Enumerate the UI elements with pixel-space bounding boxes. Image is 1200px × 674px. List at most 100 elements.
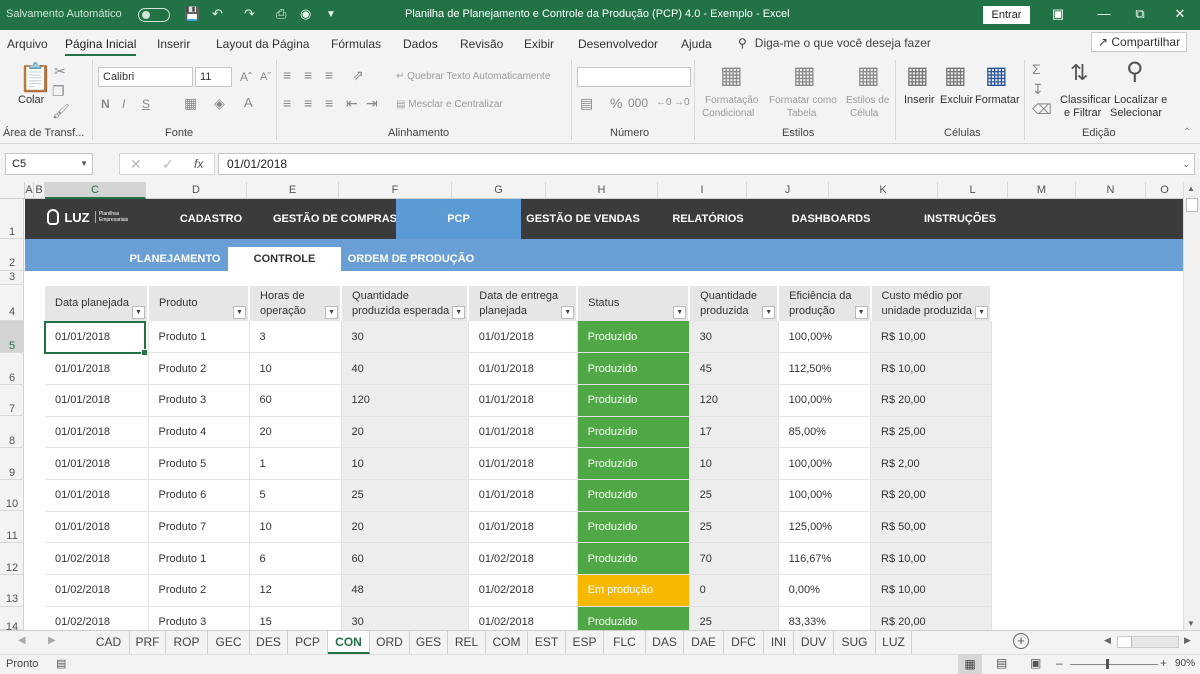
table-cell[interactable]: Produto 6 — [148, 479, 250, 512]
table-cell[interactable]: Produto 1 — [148, 542, 250, 575]
nav-relatorios[interactable]: RELATÓRIOS — [663, 199, 753, 239]
table-cell[interactable]: 100,00% — [778, 321, 872, 354]
find-select-icon[interactable]: ⚲ — [1126, 60, 1144, 84]
restore-icon[interactable]: ⧉ — [1130, 6, 1150, 22]
table-cell[interactable]: 01/02/2018 — [45, 574, 149, 607]
font-name-select[interactable]: Calibri — [98, 67, 193, 87]
fill-icon[interactable]: ↧ — [1032, 82, 1044, 96]
hscroll-right-icon[interactable]: ▶ — [1184, 635, 1191, 646]
sheet-tab-prf[interactable]: PRF — [130, 631, 166, 654]
table-cell[interactable]: 25 — [689, 479, 779, 512]
cell-styles-label-2[interactable]: Célula — [850, 107, 878, 120]
table-cell[interactable]: 01/01/2018 — [468, 511, 578, 544]
italic-icon[interactable]: I — [122, 97, 125, 111]
find-label-1[interactable]: Localizar e — [1114, 94, 1167, 106]
shrink-font-icon[interactable]: Aˇ — [260, 70, 271, 84]
row-header-4[interactable]: 4 — [0, 285, 24, 321]
zoom-slider-thumb[interactable] — [1106, 659, 1109, 669]
nav-cadastro[interactable]: CADASTRO — [173, 199, 249, 239]
table-cell[interactable]: R$ 20,00 — [870, 479, 992, 512]
table-cell[interactable]: 01/01/2018 — [45, 321, 149, 354]
sheet-tab-gec[interactable]: GEC — [208, 631, 250, 654]
tell-me-search[interactable]: ⚲ Diga-me o que você deseja fazer — [738, 36, 931, 50]
table-cell[interactable]: 01/01/2018 — [468, 352, 578, 385]
filter-dropdown-icon[interactable]: ▼ — [673, 306, 687, 319]
filter-dropdown-icon[interactable]: ▼ — [561, 306, 575, 319]
comma-style-icon[interactable]: 000 — [628, 96, 648, 110]
table-cell[interactable]: 15 — [249, 606, 342, 630]
table-cell[interactable]: 125,00% — [778, 511, 872, 544]
filter-dropdown-icon[interactable]: ▼ — [452, 306, 466, 319]
normal-view-icon[interactable]: ▦ — [958, 654, 982, 674]
table-cell[interactable]: Produto 3 — [148, 606, 250, 630]
table-cell[interactable]: 01/01/2018 — [45, 447, 149, 480]
row-header-12[interactable]: 12 — [0, 543, 24, 575]
tab-scroll-right-icon[interactable]: ▶ — [48, 635, 56, 646]
cond-format-label-2[interactable]: Condicional — [702, 107, 754, 120]
table-cell[interactable]: 3 — [249, 321, 342, 354]
table-cell[interactable]: R$ 50,00 — [870, 511, 992, 544]
table-cell[interactable]: 01/01/2018 — [468, 479, 578, 512]
column-header-g[interactable]: G — [452, 182, 546, 199]
decrease-indent-icon[interactable]: ⇤ — [346, 96, 358, 110]
table-cell[interactable]: 01/01/2018 — [45, 479, 149, 512]
autosave-toggle[interactable] — [138, 8, 170, 22]
table-cell[interactable]: 01/01/2018 — [45, 384, 149, 417]
table-cell[interactable]: 25 — [689, 511, 779, 544]
table-cell[interactable]: R$ 20,00 — [870, 384, 992, 417]
subnav-planejamento[interactable]: PLANEJAMENTO — [120, 247, 230, 271]
column-header-f[interactable]: F — [339, 182, 452, 199]
sheet-tab-dae[interactable]: DAE — [684, 631, 724, 654]
menu-layout[interactable]: Layout da Página — [216, 37, 309, 51]
font-size-select[interactable]: 11 — [195, 67, 232, 87]
zoom-out-icon[interactable]: – — [1056, 656, 1063, 670]
row-header-2[interactable]: 2 — [0, 239, 24, 271]
row-header-3[interactable]: 3 — [0, 271, 24, 285]
wrap-text-button[interactable]: ↵ Quebrar Texto Automaticamente — [396, 70, 550, 83]
row-header-11[interactable]: 11 — [0, 511, 24, 543]
status-cell[interactable]: Produzido — [577, 352, 690, 385]
sheet-tab-esp[interactable]: ESP — [566, 631, 604, 654]
customize-qat-icon[interactable]: ▼ — [326, 9, 336, 20]
cell-styles-icon[interactable]: ▦ — [857, 64, 880, 88]
table-cell[interactable]: 25 — [341, 479, 469, 512]
menu-exibir[interactable]: Exibir — [524, 37, 554, 51]
find-label-2[interactable]: Selecionar — [1110, 107, 1162, 119]
column-header-h[interactable]: H — [546, 182, 658, 199]
table-cell[interactable]: 10 — [341, 447, 469, 480]
table-cell[interactable]: 0 — [689, 574, 779, 607]
table-cell[interactable]: 25 — [689, 606, 779, 630]
camera-icon[interactable]: ◉ — [300, 6, 311, 22]
format-table-label-2[interactable]: Tabela — [787, 107, 816, 120]
row-header-8[interactable]: 8 — [0, 416, 24, 448]
autosum-icon[interactable]: Σ — [1032, 62, 1041, 76]
sheet-tab-cad[interactable]: CAD — [88, 631, 130, 654]
enter-icon[interactable]: ✓ — [162, 157, 174, 171]
table-cell[interactable]: Produto 1 — [148, 321, 250, 354]
format-as-table-icon[interactable]: ▦ — [793, 64, 816, 88]
table-cell[interactable]: R$ 2,00 — [870, 447, 992, 480]
filter-dropdown-icon[interactable]: ▼ — [325, 306, 339, 319]
table-cell[interactable]: 60 — [341, 542, 469, 575]
row-header-7[interactable]: 7 — [0, 385, 24, 416]
insert-cells-icon[interactable]: ▦ — [906, 64, 929, 88]
menu-pagina-inicial[interactable]: Página Inicial — [65, 37, 137, 56]
table-cell[interactable]: 10 — [249, 352, 342, 385]
accounting-format-icon[interactable]: ▤ — [580, 96, 593, 110]
table-cell[interactable]: 01/02/2018 — [45, 606, 149, 630]
cancel-icon[interactable]: ✕ — [130, 157, 142, 171]
table-cell[interactable]: 20 — [249, 416, 342, 449]
table-cell[interactable]: 01/01/2018 — [468, 447, 578, 480]
table-cell[interactable]: 6 — [249, 542, 342, 575]
delete-cells-label[interactable]: Excluir — [940, 94, 973, 106]
table-cell[interactable]: 112,50% — [778, 352, 872, 385]
increase-decimal-icon[interactable]: ←0 — [656, 96, 672, 110]
status-cell[interactable]: Produzido — [577, 321, 690, 354]
column-header-m[interactable]: M — [1008, 182, 1076, 199]
table-cell[interactable]: Produto 3 — [148, 384, 250, 417]
table-cell[interactable]: 60 — [249, 384, 342, 417]
scroll-up-icon[interactable]: ▲ — [1187, 184, 1195, 193]
scroll-down-icon[interactable]: ▼ — [1187, 619, 1195, 628]
sheet-tab-duv[interactable]: DUV — [794, 631, 834, 654]
column-header-n[interactable]: N — [1076, 182, 1146, 199]
